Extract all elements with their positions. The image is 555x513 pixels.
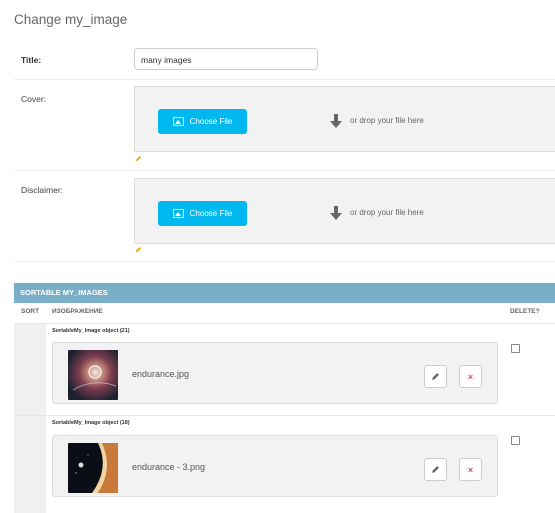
remove-button[interactable]: × <box>459 458 482 481</box>
sort-handle[interactable] <box>14 324 46 415</box>
title-label: Title: <box>21 55 42 65</box>
choose-file-label: Choose File <box>189 117 233 126</box>
disclaimer-label: Disclaimer: <box>21 185 64 195</box>
choose-file-label: Choose File <box>189 209 233 218</box>
image-item-card: endurance.jpg × <box>52 342 498 404</box>
close-icon: × <box>467 464 474 475</box>
disclaimer-dropzone[interactable]: Choose File or drop your file here <box>134 178 555 244</box>
row-divider <box>14 415 555 416</box>
drop-arrow-icon <box>330 206 342 220</box>
column-header-image: ИЗОБРАЖЕНИЕ <box>52 308 103 315</box>
inline-header: SORTABLE MY_IMAGES <box>14 283 555 303</box>
edit-button[interactable] <box>424 365 447 388</box>
cover-label: Cover: <box>21 94 47 104</box>
pencil-icon <box>432 466 439 473</box>
sort-handle[interactable] <box>14 416 46 513</box>
remove-button[interactable]: × <box>459 365 482 388</box>
drop-hint: or drop your file here <box>350 208 424 217</box>
column-header-sort: SORT <box>21 308 40 315</box>
title-input[interactable]: many images <box>134 48 318 70</box>
pencil-icon[interactable] <box>135 155 142 162</box>
object-label: SortableMy_Image object (21) <box>52 328 130 334</box>
edit-button[interactable] <box>424 458 447 481</box>
image-thumbnail <box>68 443 118 493</box>
image-icon <box>172 117 184 126</box>
pencil-icon <box>432 373 439 380</box>
image-thumbnail <box>68 350 118 400</box>
delete-checkbox[interactable] <box>511 436 520 445</box>
drop-hint: or drop your file here <box>350 116 424 125</box>
cover-choose-file-button[interactable]: Choose File <box>158 109 247 134</box>
file-name: endurance.jpg <box>132 369 190 379</box>
image-item-card: endurance - 3.png × <box>52 435 498 497</box>
file-name: endurance - 3.png <box>132 462 206 472</box>
cover-dropzone[interactable]: Choose File or drop your file here <box>134 86 555 152</box>
close-icon: × <box>467 371 474 382</box>
image-icon <box>172 209 184 218</box>
disclaimer-choose-file-button[interactable]: Choose File <box>158 201 247 226</box>
page-title: Change my_image <box>14 12 128 27</box>
pencil-icon[interactable] <box>135 246 142 253</box>
divider <box>14 261 555 262</box>
object-label: SortableMy_Image object (18) <box>52 420 130 426</box>
column-header-delete: DELETE? <box>510 308 540 315</box>
divider <box>14 79 555 80</box>
drop-arrow-icon <box>330 114 342 128</box>
inline-group: SORTABLE MY_IMAGES SORT ИЗОБРАЖЕНИЕ DELE… <box>14 283 555 513</box>
divider <box>14 170 555 171</box>
delete-checkbox[interactable] <box>511 344 520 353</box>
